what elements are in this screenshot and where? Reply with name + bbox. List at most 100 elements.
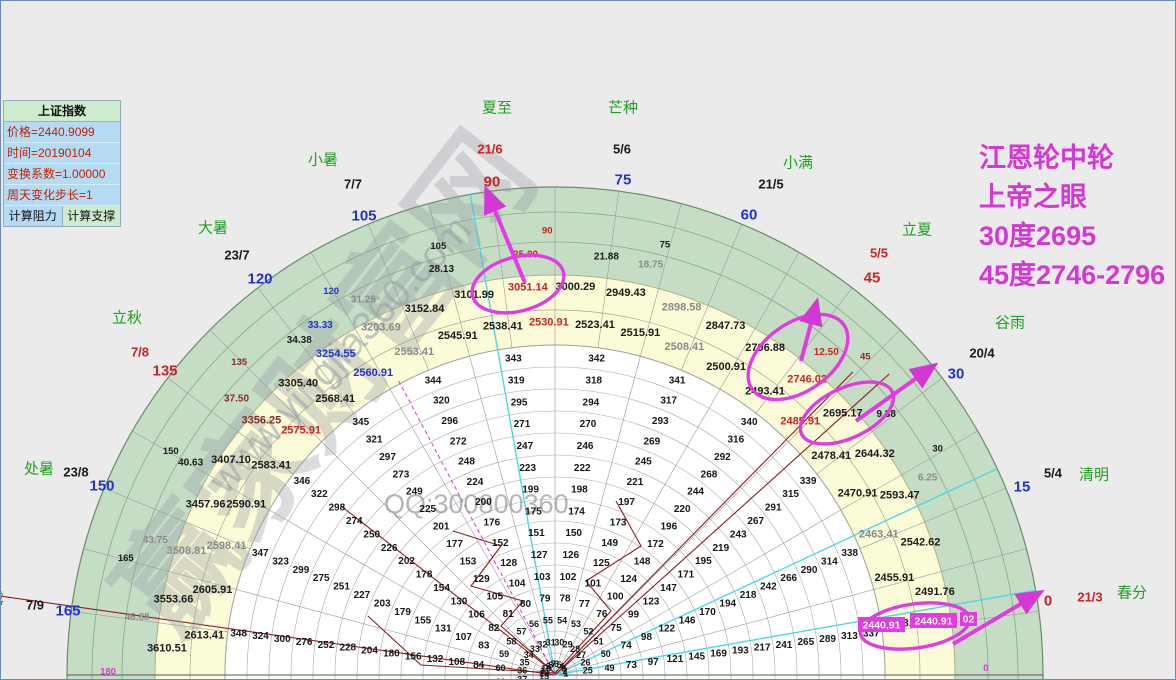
annotation-line: 江恩轮中轮 [979, 143, 1114, 173]
rim-label-75: 75 [615, 171, 632, 188]
degree-ring-value: 135 [231, 357, 248, 368]
spiral-number: 76 [596, 609, 608, 620]
rim-label-15: 15 [1014, 478, 1031, 495]
spiral-number: 193 [732, 646, 749, 657]
spiral-number: 249 [406, 487, 423, 498]
price-ring-inner-value: 2560.91 [353, 367, 393, 379]
spiral-number: 293 [652, 416, 669, 427]
price-ring-inner-value: 2598.41 [207, 540, 247, 552]
spiral-number: 271 [514, 419, 531, 430]
spiral-number: 174 [568, 506, 585, 517]
spiral-number: 269 [643, 436, 660, 447]
quote-row-3: 周天变化步长=1 [4, 185, 120, 206]
degree-fraction-value: 43.75 [143, 535, 168, 546]
price-ring-outer-value: 3152.84 [405, 303, 446, 315]
spiral-number: 83 [478, 641, 490, 652]
solar-term-芒种: 芒种 [608, 99, 638, 116]
spiral-number: 195 [695, 556, 712, 567]
current-price-chip-value: 2440.91 [863, 620, 901, 632]
spiral-number: 126 [562, 550, 579, 561]
rim-label-7-8: 7/8 [131, 345, 149, 360]
spiral-number: 180 [383, 648, 400, 659]
price-ring-outer-value: 2898.58 [662, 302, 702, 314]
solar-term-小满: 小满 [783, 154, 813, 171]
spiral-number: 101 [585, 579, 602, 590]
spiral-number: 151 [528, 528, 545, 539]
rim-label-5-6: 5/6 [613, 142, 631, 157]
spiral-number: 128 [500, 558, 517, 569]
price-ring-inner-value: 2470.91 [838, 488, 878, 500]
spiral-number: 227 [354, 590, 371, 601]
spiral-number: 228 [339, 643, 356, 654]
price-ring-inner-value: 2478.41 [811, 450, 851, 462]
spiral-number: 292 [714, 452, 731, 463]
degree-fraction-value: 6.25 [918, 472, 938, 483]
gann-wheel-chart[interactable]: 赢家财富网www.yingjia360.comQQ:30080036012345… [1, 1, 1176, 680]
price-ring-inner-value: 2500.91 [706, 361, 746, 373]
degree-fraction-value: 37.50 [224, 394, 249, 405]
price-ring-outer-value: 3610.51 [147, 642, 187, 654]
spiral-number: 314 [821, 556, 838, 567]
spiral-number: 204 [361, 646, 378, 657]
spiral-number: 125 [593, 558, 610, 569]
spiral-number: 106 [468, 610, 485, 621]
calc-resistance-button[interactable]: 计算阻力 [4, 206, 63, 226]
spiral-number: 178 [416, 570, 433, 581]
spiral-number: 344 [425, 375, 442, 386]
spiral-number: 56 [529, 619, 539, 629]
spiral-number: 220 [674, 504, 691, 515]
spiral-number: 177 [446, 539, 463, 550]
spiral-number: 222 [574, 463, 591, 474]
spiral-number: 268 [701, 469, 718, 480]
price-ring-outer-value: 2593.47 [880, 489, 920, 501]
degree-fraction-value: 46.88 [125, 612, 150, 623]
spiral-number: 80 [520, 599, 532, 610]
spiral-number: 202 [398, 556, 415, 567]
calc-support-button[interactable]: 计算支撑 [62, 206, 120, 226]
spiral-number: 343 [505, 354, 522, 365]
price-ring-inner-value: 2613.41 [184, 630, 224, 642]
spiral-number: 99 [628, 610, 640, 621]
spiral-number: 78 [559, 594, 571, 605]
spiral-number: 82 [488, 623, 500, 634]
degree-ring-value: 0 [983, 663, 988, 674]
spiral-number: 247 [517, 441, 534, 452]
rim-label-21-6: 21/6 [477, 142, 502, 157]
spiral-number: 60 [495, 663, 505, 673]
spiral-number: 295 [511, 397, 528, 408]
degree-fraction-value: 12.50 [814, 347, 839, 358]
spiral-number: 172 [647, 539, 664, 550]
spiral-number: 265 [797, 637, 814, 648]
spiral-number: 199 [522, 485, 539, 496]
rim-label-165: 165 [55, 602, 80, 619]
rim-label-5-4: 5/4 [1044, 466, 1063, 481]
spiral-number: 169 [710, 648, 727, 659]
spiral-number: 77 [579, 599, 591, 610]
spiral-number: 53 [571, 619, 581, 629]
solar-term-大暑: 大暑 [198, 219, 228, 236]
spiral-number: 322 [311, 489, 328, 500]
rim-label-135: 135 [152, 362, 177, 379]
spiral-number: 97 [648, 657, 660, 668]
spiral-number: 132 [427, 654, 444, 665]
spiral-number: 245 [635, 457, 652, 468]
price-ring-outer-value: 2949.43 [606, 287, 646, 299]
solar-term-清明: 清明 [1079, 466, 1109, 483]
solar-term-处暑: 处暑 [24, 460, 54, 477]
solar-term-春分: 春分 [1117, 584, 1147, 601]
spiral-number: 221 [627, 477, 644, 488]
spiral-number: 102 [560, 572, 577, 583]
spiral-number: 173 [610, 518, 627, 529]
spiral-number: 148 [634, 557, 651, 568]
solar-term-立夏: 立夏 [902, 221, 932, 238]
quote-row-0: 价格=2440.9099 [4, 122, 120, 143]
spiral-number: 324 [252, 631, 269, 642]
spiral-number: 156 [405, 651, 422, 662]
rim-label-23-7: 23/7 [224, 248, 249, 263]
spiral-number: 218 [740, 590, 757, 601]
spiral-number: 291 [765, 503, 782, 514]
degree-ring-value: 180 [100, 667, 116, 678]
solar-term-谷雨: 谷雨 [995, 314, 1025, 331]
spiral-number: 57 [517, 626, 527, 636]
spiral-number: 267 [747, 516, 764, 527]
